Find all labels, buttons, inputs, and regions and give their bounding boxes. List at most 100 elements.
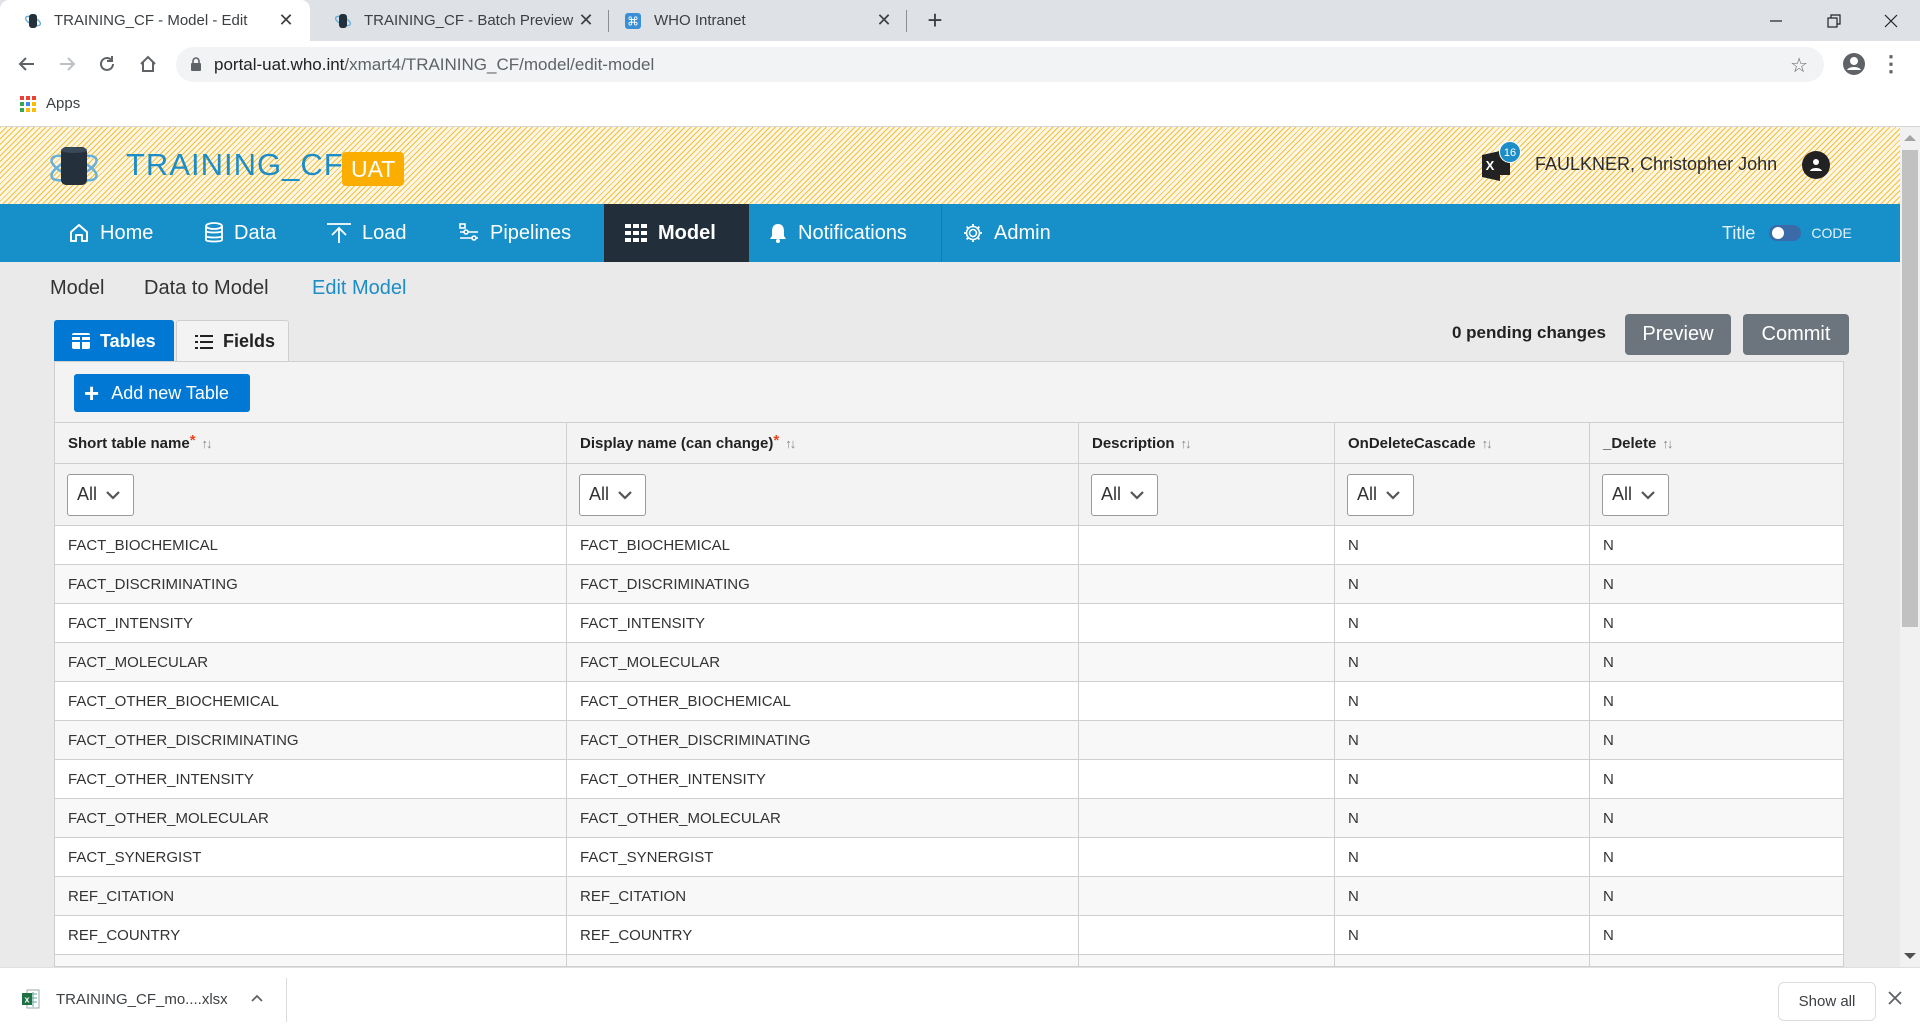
table-cell[interactable]: FACT_SYNERGIST [55,837,567,877]
table-row[interactable]: FACT_OTHER_INTENSITY FACT_OTHER_INTENSITY… [55,759,1843,799]
download-item[interactable]: x TRAINING_CF_mo....xlsx [22,982,228,1016]
table-cell[interactable]: FACT_SYNERGIST [566,837,1079,877]
browser-menu-button[interactable]: ⋮ [1880,49,1902,79]
close-tab-icon[interactable]: ✕ [874,10,894,31]
table-cell[interactable]: FACT_INTENSITY [566,603,1079,643]
table-row[interactable]: FACT_DISCRIMINATING FACT_DISCRIMINATING N N [55,564,1843,604]
column-filter-select[interactable]: All [67,473,134,516]
table-cell[interactable]: FACT_OTHER_INTENSITY [566,759,1079,799]
table-cell[interactable]: REF_CURATOR [566,954,1079,966]
table-cell[interactable]: FACT_DISCRIMINATING [55,564,567,604]
table-cell[interactable] [1078,525,1335,565]
table-cell[interactable]: N [1589,876,1843,916]
table-cell[interactable]: N [1334,525,1590,565]
nav-model[interactable]: Model [604,204,749,262]
browser-tab-model-edit[interactable]: TRAINING_CF - Model - Edit ✕ [0,0,310,41]
download-options-chevron-icon[interactable] [250,990,264,1006]
table-row[interactable]: FACT_BIOCHEMICAL FACT_BIOCHEMICAL N N [55,525,1843,565]
table-cell[interactable]: N [1589,798,1843,838]
tab-tables[interactable]: Tables [54,320,174,362]
table-row[interactable]: FACT_SYNERGIST FACT_SYNERGIST N N [55,837,1843,877]
nav-notifications[interactable]: Notifications [768,204,907,262]
table-cell[interactable]: FACT_OTHER_DISCRIMINATING [55,720,567,760]
browser-tab-batch-preview[interactable]: TRAINING_CF - Batch Preview ✕ [310,0,610,41]
bookmark-star-icon[interactable]: ☆ [1790,53,1808,78]
table-cell[interactable] [1078,564,1335,604]
table-cell[interactable]: N [1589,681,1843,721]
tab-fields[interactable]: Fields [176,320,289,362]
new-tab-button[interactable]: + [920,6,950,36]
table-cell[interactable]: N [1334,603,1590,643]
nav-home[interactable]: Home [68,204,153,262]
table-cell[interactable]: N [1589,837,1843,877]
subnav-data-to-model[interactable]: Data to Model [144,277,269,300]
table-cell[interactable]: REF_CITATION [55,876,567,916]
table-row[interactable]: FACT_MOLECULAR FACT_MOLECULAR N N [55,642,1843,682]
table-cell[interactable]: REF_COUNTRY [55,915,567,955]
add-new-table-button[interactable]: + Add new Table [74,374,250,412]
app-title[interactable]: TRAINING_CF [126,147,344,183]
table-cell[interactable]: N [1589,759,1843,799]
xmart-logo-icon[interactable] [48,144,100,188]
nav-pipelines[interactable]: Pipelines [458,204,571,262]
table-cell[interactable]: N [1334,759,1590,799]
table-cell[interactable]: N [1589,720,1843,760]
table-cell[interactable]: N [1334,954,1590,966]
subnav-edit-model[interactable]: Edit Model [312,277,407,300]
preview-button[interactable]: Preview [1625,314,1731,355]
restore-window-button[interactable] [1805,0,1863,41]
address-bar[interactable]: portal-uat.who.int/xmart4/TRAINING_CF/mo… [176,47,1824,82]
table-cell[interactable]: FACT_OTHER_DISCRIMINATING [566,720,1079,760]
table-cell[interactable] [1078,837,1335,877]
page-scrollbar[interactable] [1900,127,1920,967]
column-filter-select[interactable]: All [1091,473,1158,516]
nav-data[interactable]: Data [204,204,276,262]
table-cell[interactable] [1078,603,1335,643]
table-cell[interactable] [1078,720,1335,760]
table-cell[interactable]: FACT_OTHER_BIOCHEMICAL [566,681,1079,721]
table-cell[interactable] [1078,954,1335,966]
close-tab-icon[interactable]: ✕ [276,10,296,31]
table-cell[interactable]: N [1334,915,1590,955]
table-row[interactable]: FACT_INTENSITY FACT_INTENSITY N N [55,603,1843,643]
sort-icon[interactable]: ↑↓ [1662,436,1673,451]
table-cell[interactable]: FACT_BIOCHEMICAL [566,525,1079,565]
table-cell[interactable] [1078,681,1335,721]
sort-icon[interactable]: ↑↓ [785,436,796,451]
table-cell[interactable]: REF_CURATOR [55,954,567,966]
table-cell[interactable] [1078,642,1335,682]
table-cell[interactable] [1078,798,1335,838]
table-cell[interactable]: FACT_OTHER_INTENSITY [55,759,567,799]
scrollbar-thumb[interactable] [1902,150,1918,627]
subnav-model[interactable]: Model [50,277,104,300]
forward-button[interactable] [52,49,82,79]
column-header[interactable]: Description ↑↓ [1078,422,1335,464]
show-all-downloads-button[interactable]: Show all [1778,982,1876,1021]
table-cell[interactable]: N [1334,642,1590,682]
close-window-button[interactable] [1862,0,1920,41]
scroll-up-arrow-icon[interactable] [1904,135,1916,141]
table-cell[interactable]: N [1334,798,1590,838]
table-cell[interactable]: REF_COUNTRY [566,915,1079,955]
table-cell[interactable]: N [1589,564,1843,604]
nav-load[interactable]: Load [326,204,407,262]
table-cell[interactable]: FACT_MOLECULAR [566,642,1079,682]
table-cell[interactable]: FACT_INTENSITY [55,603,567,643]
table-row[interactable]: REF_CURATORREF_CURATOR NN [55,954,1843,966]
table-cell[interactable]: N [1589,954,1843,966]
table-cell[interactable] [1078,876,1335,916]
table-cell[interactable]: N [1334,681,1590,721]
table-cell[interactable]: FACT_OTHER_MOLECULAR [566,798,1079,838]
table-cell[interactable]: N [1334,564,1590,604]
table-cell[interactable]: N [1589,525,1843,565]
table-cell[interactable]: FACT_BIOCHEMICAL [55,525,567,565]
nav-admin[interactable]: Admin [962,204,1051,262]
table-cell[interactable]: FACT_OTHER_MOLECULAR [55,798,567,838]
table-cell[interactable]: N [1334,837,1590,877]
bookmark-apps[interactable]: Apps [20,95,80,112]
column-header[interactable]: Display name (can change)* ↑↓ [566,422,1079,464]
minimize-window-button[interactable] [1747,0,1805,41]
table-cell[interactable]: N [1589,915,1843,955]
column-filter-select[interactable]: All [1602,473,1669,516]
table-cell[interactable]: FACT_OTHER_BIOCHEMICAL [55,681,567,721]
